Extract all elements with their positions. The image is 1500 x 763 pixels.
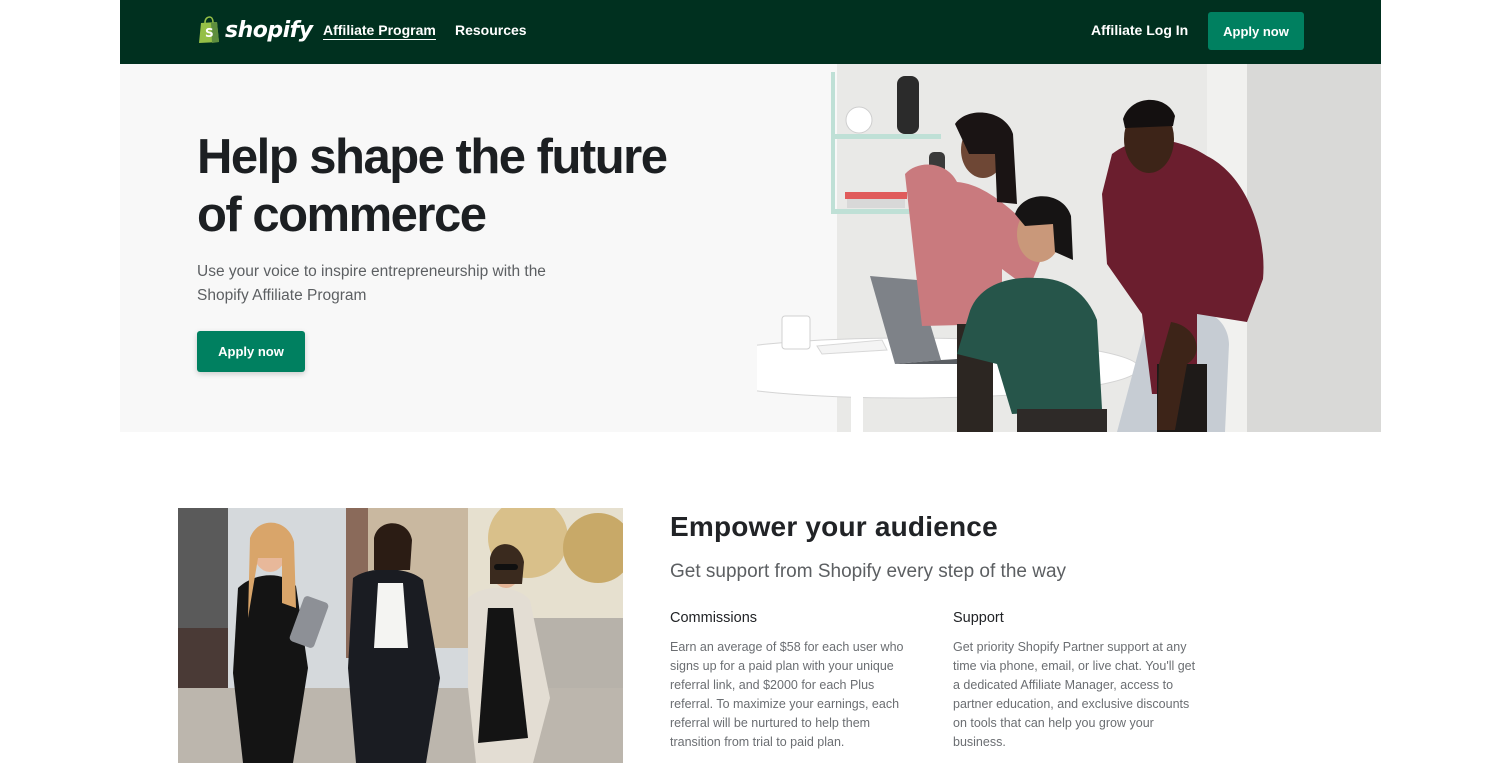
feature-body-support: Get priority Shopify Partner support at … [953, 640, 1196, 749]
affiliate-login-link[interactable]: Affiliate Log In [1091, 22, 1188, 38]
header-apply-button[interactable]: Apply now [1208, 12, 1304, 50]
shopify-bag-icon: S [199, 16, 219, 43]
hero-title-line1: Help shape the future [197, 130, 668, 184]
hero-subtitle-line2: Shopify Affiliate Program [197, 287, 367, 304]
hero-subtitle-line1: Use your voice to inspire entrepreneursh… [197, 263, 546, 280]
shopify-logo[interactable]: S shopify [197, 16, 313, 44]
top-navigation-bar: S shopify Affiliate Program Resources Af… [120, 0, 1381, 64]
hero-team-photo [757, 64, 1381, 432]
feature-body-commissions: Earn an average of $58 for each user who… [670, 640, 904, 749]
hero-apply-button[interactable]: Apply now [197, 331, 305, 372]
hero-subtitle: Use your voice to inspire entrepreneursh… [197, 260, 597, 308]
brand-wordmark: shopify [225, 17, 313, 43]
women-walking-photo [178, 508, 623, 763]
nav-resources[interactable]: Resources [455, 22, 527, 38]
hero-title: Help shape the future of commerce [197, 128, 697, 244]
svg-text:S: S [205, 26, 214, 40]
nav-affiliate-program[interactable]: Affiliate Program [323, 22, 436, 40]
feature-title-support: Support [953, 610, 1004, 626]
empower-subtitle: Get support from Shopify every step of t… [670, 561, 1067, 582]
feature-title-commissions: Commissions [670, 610, 758, 626]
hero-title-line2: of commerce [197, 188, 487, 242]
empower-title: Empower your audience [670, 511, 998, 542]
hero-section: Help shape the future of commerce Use yo… [120, 64, 1381, 432]
